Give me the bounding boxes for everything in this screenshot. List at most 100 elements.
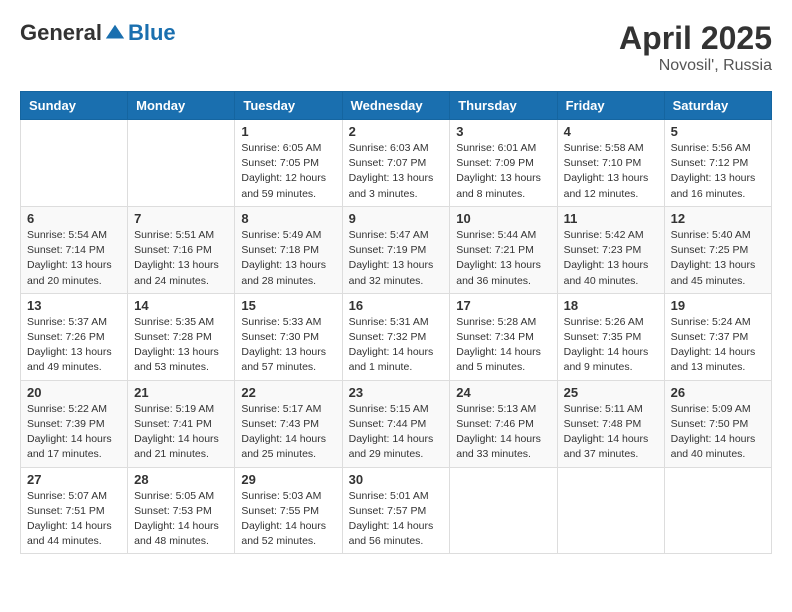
day-info: Sunrise: 5:28 AMSunset: 7:34 PMDaylight:…	[456, 315, 550, 376]
day-number: 9	[349, 211, 444, 226]
calendar-week-row: 1 Sunrise: 6:05 AMSunset: 7:05 PMDaylight…	[21, 120, 772, 207]
day-info: Sunrise: 5:56 AMSunset: 7:12 PMDaylight:…	[671, 141, 765, 202]
day-number: 1	[241, 124, 335, 139]
day-info: Sunrise: 5:33 AMSunset: 7:30 PMDaylight:…	[241, 315, 335, 376]
day-number: 5	[671, 124, 765, 139]
day-number: 21	[134, 385, 228, 400]
weekday-header-friday: Friday	[557, 92, 664, 120]
weekday-header-thursday: Thursday	[450, 92, 557, 120]
day-info: Sunrise: 5:51 AMSunset: 7:16 PMDaylight:…	[134, 228, 228, 289]
calendar-cell: 14 Sunrise: 5:35 AMSunset: 7:28 PMDayligh…	[128, 293, 235, 380]
calendar-cell: 12 Sunrise: 5:40 AMSunset: 7:25 PMDayligh…	[664, 206, 771, 293]
calendar-cell: 5 Sunrise: 5:56 AMSunset: 7:12 PMDaylight…	[664, 120, 771, 207]
calendar-week-row: 6 Sunrise: 5:54 AMSunset: 7:14 PMDaylight…	[21, 206, 772, 293]
logo-general: General	[20, 20, 102, 46]
calendar-cell: 8 Sunrise: 5:49 AMSunset: 7:18 PMDaylight…	[235, 206, 342, 293]
day-info: Sunrise: 5:44 AMSunset: 7:21 PMDaylight:…	[456, 228, 550, 289]
calendar-cell: 23Sunrise: 5:15 AMSunset: 7:44 PMDayligh…	[342, 380, 450, 467]
day-info: Sunrise: 5:42 AMSunset: 7:23 PMDaylight:…	[564, 228, 658, 289]
day-info: Sunrise: 5:49 AMSunset: 7:18 PMDaylight:…	[241, 228, 335, 289]
page-title: April 2025	[619, 20, 772, 57]
logo: General Blue	[20, 20, 176, 46]
day-number: 20	[27, 385, 121, 400]
weekday-header-tuesday: Tuesday	[235, 92, 342, 120]
calendar-cell	[21, 120, 128, 207]
logo-icon	[104, 22, 126, 44]
day-number: 16	[349, 298, 444, 313]
day-info: Sunrise: 5:35 AMSunset: 7:28 PMDaylight:…	[134, 315, 228, 376]
calendar-cell	[128, 120, 235, 207]
calendar-week-row: 13Sunrise: 5:37 AMSunset: 7:26 PMDayligh…	[21, 293, 772, 380]
day-number: 12	[671, 211, 765, 226]
day-number: 27	[27, 472, 121, 487]
title-block: April 2025 Novosil', Russia	[619, 20, 772, 75]
calendar-cell	[450, 467, 557, 554]
calendar-cell: 4 Sunrise: 5:58 AMSunset: 7:10 PMDaylight…	[557, 120, 664, 207]
calendar-cell: 9 Sunrise: 5:47 AMSunset: 7:19 PMDaylight…	[342, 206, 450, 293]
calendar-cell: 16 Sunrise: 5:31 AMSunset: 7:32 PMDayligh…	[342, 293, 450, 380]
day-number: 30	[349, 472, 444, 487]
calendar-cell: 6 Sunrise: 5:54 AMSunset: 7:14 PMDaylight…	[21, 206, 128, 293]
day-number: 24	[456, 385, 550, 400]
day-number: 6	[27, 211, 121, 226]
day-info: Sunrise: 5:40 AMSunset: 7:25 PMDaylight:…	[671, 228, 765, 289]
calendar-cell: 1 Sunrise: 6:05 AMSunset: 7:05 PMDaylight…	[235, 120, 342, 207]
calendar-cell: 13Sunrise: 5:37 AMSunset: 7:26 PMDayligh…	[21, 293, 128, 380]
day-info: Sunrise: 5:47 AMSunset: 7:19 PMDaylight:…	[349, 228, 444, 289]
day-number: 8	[241, 211, 335, 226]
day-info: Sunrise: 5:54 AMSunset: 7:14 PMDaylight:…	[27, 228, 121, 289]
calendar-cell: 25Sunrise: 5:11 AMSunset: 7:48 PMDayligh…	[557, 380, 664, 467]
logo-blue: Blue	[128, 20, 176, 46]
calendar-cell: 27 Sunrise: 5:07 AMSunset: 7:51 PMDayligh…	[21, 467, 128, 554]
page-header: General Blue April 2025 Novosil', Russia	[20, 20, 772, 75]
day-info: Sunrise: 5:13 AMSunset: 7:46 PMDaylight:…	[456, 402, 550, 463]
day-number: 15	[241, 298, 335, 313]
day-info: Sunrise: 6:03 AMSunset: 7:07 PMDaylight:…	[349, 141, 444, 202]
calendar-week-row: 20Sunrise: 5:22 AMSunset: 7:39 PMDayligh…	[21, 380, 772, 467]
calendar-cell: 29 Sunrise: 5:03 AMSunset: 7:55 PMDayligh…	[235, 467, 342, 554]
day-number: 17	[456, 298, 550, 313]
calendar-cell	[557, 467, 664, 554]
calendar-cell: 3Sunrise: 6:01 AMSunset: 7:09 PMDaylight…	[450, 120, 557, 207]
day-info: Sunrise: 5:03 AMSunset: 7:55 PMDaylight:…	[241, 489, 335, 550]
day-info: Sunrise: 5:26 AMSunset: 7:35 PMDaylight:…	[564, 315, 658, 376]
calendar-table: SundayMondayTuesdayWednesdayThursdayFrid…	[20, 91, 772, 554]
day-number: 28	[134, 472, 228, 487]
day-info: Sunrise: 5:09 AMSunset: 7:50 PMDaylight:…	[671, 402, 765, 463]
calendar-cell: 28 Sunrise: 5:05 AMSunset: 7:53 PMDayligh…	[128, 467, 235, 554]
day-number: 7	[134, 211, 228, 226]
day-info: Sunrise: 6:05 AMSunset: 7:05 PMDaylight:…	[241, 141, 335, 202]
weekday-header-monday: Monday	[128, 92, 235, 120]
weekday-header-saturday: Saturday	[664, 92, 771, 120]
day-number: 4	[564, 124, 658, 139]
calendar-cell: 17 Sunrise: 5:28 AMSunset: 7:34 PMDayligh…	[450, 293, 557, 380]
calendar-cell: 11Sunrise: 5:42 AMSunset: 7:23 PMDayligh…	[557, 206, 664, 293]
day-number: 29	[241, 472, 335, 487]
day-number: 10	[456, 211, 550, 226]
day-info: Sunrise: 5:37 AMSunset: 7:26 PMDaylight:…	[27, 315, 121, 376]
day-number: 19	[671, 298, 765, 313]
weekday-header-sunday: Sunday	[21, 92, 128, 120]
calendar-cell: 20Sunrise: 5:22 AMSunset: 7:39 PMDayligh…	[21, 380, 128, 467]
day-number: 14	[134, 298, 228, 313]
day-info: Sunrise: 5:58 AMSunset: 7:10 PMDaylight:…	[564, 141, 658, 202]
calendar-cell: 2Sunrise: 6:03 AMSunset: 7:07 PMDaylight…	[342, 120, 450, 207]
weekday-header-wednesday: Wednesday	[342, 92, 450, 120]
day-number: 3	[456, 124, 550, 139]
calendar-week-row: 27 Sunrise: 5:07 AMSunset: 7:51 PMDayligh…	[21, 467, 772, 554]
day-info: Sunrise: 5:15 AMSunset: 7:44 PMDaylight:…	[349, 402, 444, 463]
day-info: Sunrise: 5:05 AMSunset: 7:53 PMDaylight:…	[134, 489, 228, 550]
day-info: Sunrise: 5:19 AMSunset: 7:41 PMDaylight:…	[134, 402, 228, 463]
day-info: Sunrise: 5:07 AMSunset: 7:51 PMDaylight:…	[27, 489, 121, 550]
calendar-cell	[664, 467, 771, 554]
calendar-header-row: SundayMondayTuesdayWednesdayThursdayFrid…	[21, 92, 772, 120]
day-number: 25	[564, 385, 658, 400]
day-info: Sunrise: 5:01 AMSunset: 7:57 PMDaylight:…	[349, 489, 444, 550]
calendar-cell: 19 Sunrise: 5:24 AMSunset: 7:37 PMDayligh…	[664, 293, 771, 380]
day-info: Sunrise: 5:24 AMSunset: 7:37 PMDaylight:…	[671, 315, 765, 376]
day-number: 22	[241, 385, 335, 400]
calendar-cell: 10 Sunrise: 5:44 AMSunset: 7:21 PMDayligh…	[450, 206, 557, 293]
calendar-cell: 7 Sunrise: 5:51 AMSunset: 7:16 PMDaylight…	[128, 206, 235, 293]
day-info: Sunrise: 5:31 AMSunset: 7:32 PMDaylight:…	[349, 315, 444, 376]
calendar-cell: 21 Sunrise: 5:19 AMSunset: 7:41 PMDayligh…	[128, 380, 235, 467]
